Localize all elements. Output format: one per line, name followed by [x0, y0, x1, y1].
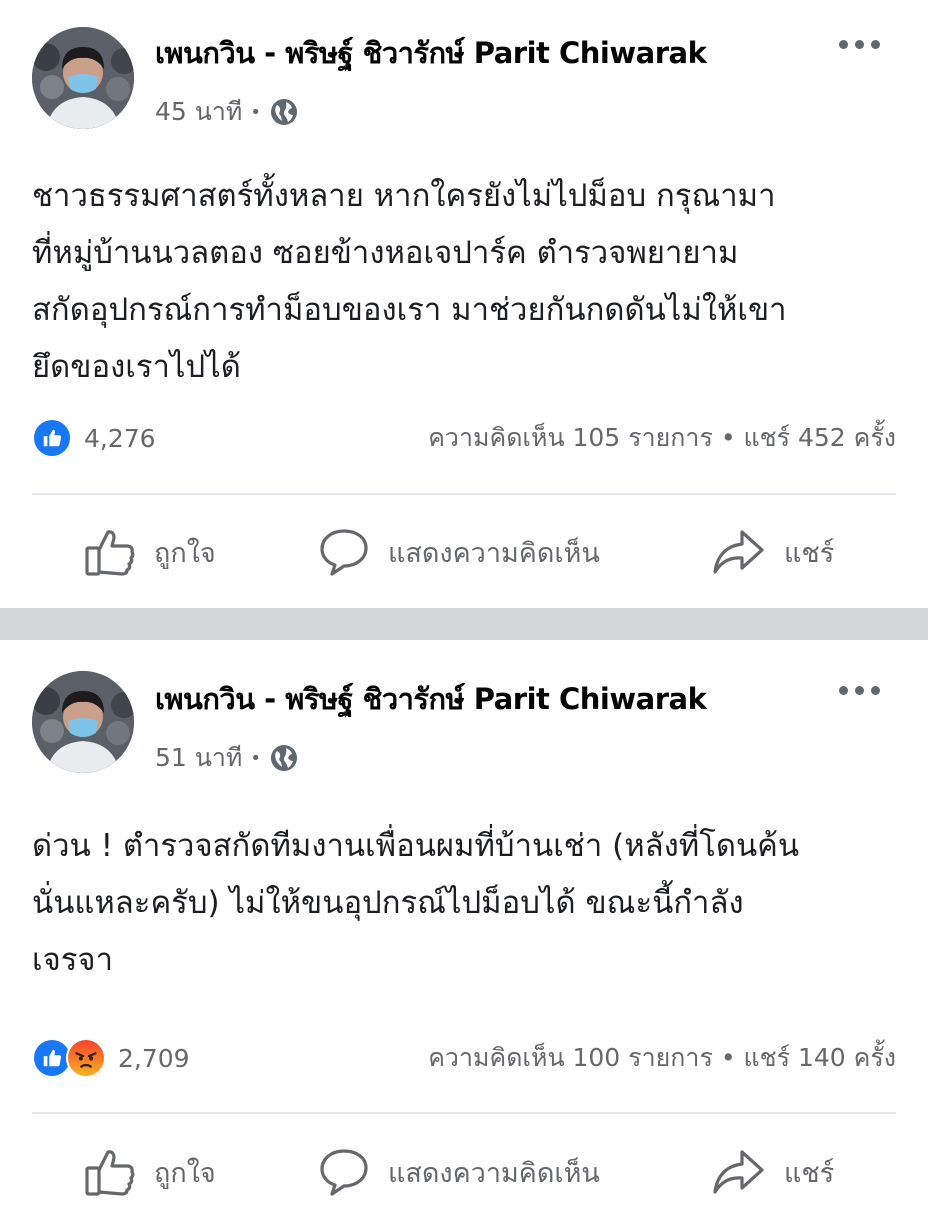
more-dot	[855, 40, 864, 49]
like-label: ถูกใจ	[154, 537, 216, 569]
author-name[interactable]: เพนกวิน - พริษฐ์ ชิวารักษ์ Parit Chiwara…	[155, 30, 707, 76]
thumbs-up-icon	[84, 526, 136, 578]
post: เพนกวิน - พริษฐ์ ชิวารักษ์ Parit Chiwara…	[0, 640, 928, 1200]
like-reaction-icon	[32, 418, 72, 458]
more-dot	[871, 686, 880, 695]
share-label: แชร์	[784, 537, 835, 569]
comment-label: แสดงความคิดเห็น	[388, 1157, 600, 1189]
post-text: ด่วน ! ตำรวจสกัดทีมงานเพื่อนผมที่บ้านเช่…	[32, 828, 800, 978]
feed-separator	[0, 608, 928, 640]
divider	[32, 493, 896, 495]
post: เพนกวิน - พริษฐ์ ชิวารักษ์ Parit Chiwara…	[0, 0, 928, 608]
like-label: ถูกใจ	[154, 1157, 216, 1189]
reaction-count: 4,276	[84, 423, 156, 453]
share-arrow-icon	[712, 526, 766, 578]
share-button[interactable]: แชร์	[712, 512, 834, 592]
share-arrow-icon	[712, 1146, 766, 1198]
action-bar: ถูกใจ แสดงความคิดเห็น แชร์	[0, 1132, 928, 1212]
more-dot	[839, 40, 848, 49]
comment-bubble-icon	[318, 1146, 370, 1198]
post-text: ชาวธรรมศาสตร์ทั้งหลาย หากใครยังไม่ไปม็อบ…	[32, 178, 787, 385]
comment-button[interactable]: แสดงความคิดเห็น	[318, 512, 600, 592]
reactions-row: 2,709 ความคิดเห็น 100 รายการ • แชร์ 140 …	[32, 1036, 896, 1080]
author-name[interactable]: เพนกวิน - พริษฐ์ ชิวารักษ์ Parit Chiwara…	[155, 676, 707, 722]
post-time[interactable]: 45 นาที	[155, 92, 242, 132]
more-options-button[interactable]	[835, 36, 884, 53]
comment-bubble-icon	[318, 526, 370, 578]
more-dot	[871, 40, 880, 49]
action-bar: ถูกใจ แสดงความคิดเห็น แชร์	[0, 512, 928, 592]
post-time[interactable]: 51 นาที	[155, 738, 242, 778]
thumbs-up-icon	[84, 1146, 136, 1198]
comment-button[interactable]: แสดงความคิดเห็น	[318, 1132, 600, 1212]
engagement-stats[interactable]: ความคิดเห็น 105 รายการ • แชร์ 452 ครั้ง	[428, 418, 896, 458]
meta-separator: •	[250, 101, 261, 123]
post-meta: 45 นาที •	[155, 92, 299, 132]
more-dot	[839, 686, 848, 695]
post-meta: 51 นาที •	[155, 738, 299, 778]
avatar[interactable]	[32, 27, 134, 129]
avatar[interactable]	[32, 671, 134, 773]
divider	[32, 1112, 896, 1114]
globe-icon	[269, 97, 299, 127]
meta-separator: •	[250, 747, 261, 769]
more-options-button[interactable]	[835, 682, 884, 699]
comment-label: แสดงความคิดเห็น	[388, 537, 600, 569]
like-button[interactable]: ถูกใจ	[84, 512, 216, 592]
reaction-count: 2,709	[118, 1043, 190, 1073]
reaction-summary[interactable]: 2,709	[32, 1038, 190, 1078]
engagement-stats[interactable]: ความคิดเห็น 100 รายการ • แชร์ 140 ครั้ง	[428, 1038, 896, 1078]
more-dot	[855, 686, 864, 695]
reaction-summary[interactable]: 4,276	[32, 418, 156, 458]
angry-reaction-icon	[66, 1038, 106, 1078]
reactions-row: 4,276 ความคิดเห็น 105 รายการ • แชร์ 452 …	[32, 416, 896, 460]
globe-icon	[269, 743, 299, 773]
share-label: แชร์	[784, 1157, 835, 1189]
like-button[interactable]: ถูกใจ	[84, 1132, 216, 1212]
share-button[interactable]: แชร์	[712, 1132, 834, 1212]
